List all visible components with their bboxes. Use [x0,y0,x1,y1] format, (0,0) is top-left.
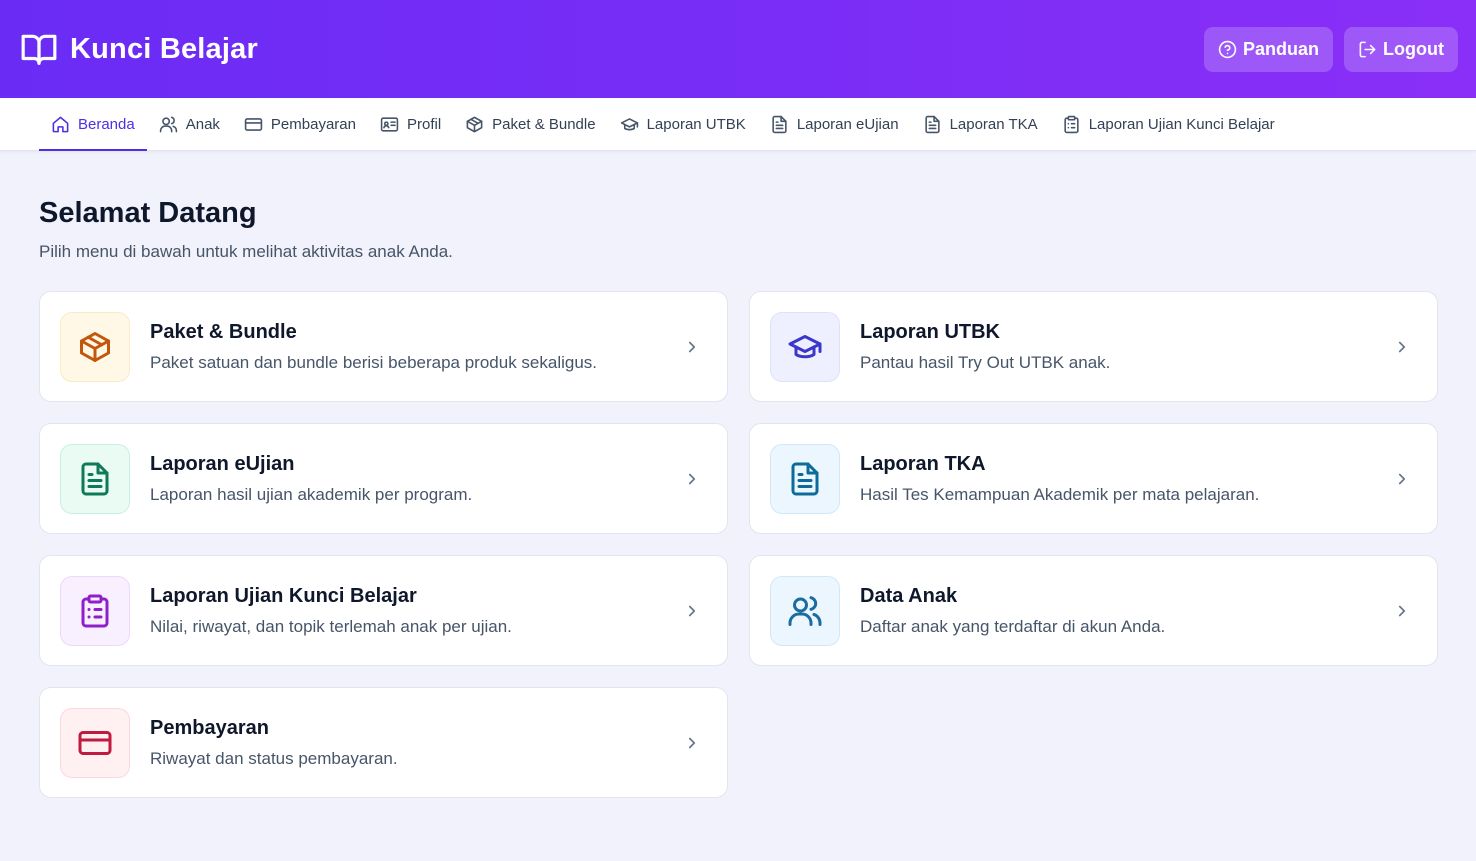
nav-label: Pembayaran [270,115,356,133]
package-icon [60,311,130,382]
app-header: Kunci Belajar Panduan Logout [0,0,1476,98]
graduation-cap-icon [770,311,840,382]
nav-label: Laporan Ujian Kunci Belajar [1088,115,1275,133]
nav-label: Anak [185,115,220,133]
menu-card-pembayaran[interactable]: Pembayaran Riwayat dan status pembayaran… [39,687,728,798]
brand[interactable]: Kunci Belajar [20,30,258,68]
card-description: Hasil Tes Kemampuan Akademik per mata pe… [860,484,1260,504]
file-text-icon [770,443,840,514]
menu-card-laporan-tka[interactable]: Laporan TKA Hasil Tes Kemampuan Akademik… [749,423,1438,534]
nav-label: Profil [406,115,442,133]
nav-item-profil[interactable]: Profil [368,98,453,150]
book-open-icon [20,30,58,68]
card-text: Paket & Bundle Paket satuan dan bundle b… [150,321,683,373]
help-circle-icon [1218,40,1237,59]
main-content: Selamat Datang Pilih menu di bawah untuk… [0,151,1476,798]
nav-item-laporan-eujian[interactable]: Laporan eUjian [758,98,911,150]
chevron-right-icon [1398,473,1406,484]
id-card-icon [380,115,399,134]
file-text-icon [923,115,942,134]
card-description: Daftar anak yang terdaftar di akun Anda. [860,616,1166,636]
nav-item-paket-bundle[interactable]: Paket & Bundle [453,98,607,150]
card-text: Laporan eUjian Laporan hasil ujian akade… [150,453,683,505]
nav-item-laporan-utbk[interactable]: Laporan UTBK [608,98,758,150]
card-description: Nilai, riwayat, dan topik terlemah anak … [150,616,512,636]
nav-label: Laporan TKA [949,115,1038,133]
logout-label: Logout [1383,38,1444,59]
nav-item-laporan-ujian-kunci-belajar[interactable]: Laporan Ujian Kunci Belajar [1050,98,1287,150]
page-subtitle: Pilih menu di bawah untuk melihat aktivi… [39,242,453,261]
card-text: Pembayaran Riwayat dan status pembayaran… [150,717,683,769]
panduan-button[interactable]: Panduan [1204,26,1334,72]
chevron-right-icon [1398,605,1406,616]
nav-item-laporan-tka[interactable]: Laporan TKA [911,98,1050,150]
chevron-right-icon [1398,341,1406,352]
page-title: Selamat Datang [39,197,257,229]
nav-label: Paket & Bundle [492,115,596,133]
nav-item-beranda[interactable]: Beranda [39,98,147,151]
clipboard-list-icon [60,575,130,646]
menu-card-laporan-ujian-kunci-belajar[interactable]: Laporan Ujian Kunci Belajar Nilai, riway… [39,555,728,666]
card-text: Laporan UTBK Pantau hasil Try Out UTBK a… [860,321,1393,373]
chevron-right-icon [688,473,696,484]
users-icon [770,575,840,646]
nav-item-anak[interactable]: Anak [147,98,232,150]
card-title: Laporan Ujian Kunci Belajar [150,584,417,607]
users-icon [159,115,178,134]
card-description: Paket satuan dan bundle berisi beberapa … [150,352,598,372]
card-description: Laporan hasil ujian akademik per program… [150,484,473,504]
credit-card-icon [60,707,130,778]
logout-button[interactable]: Logout [1344,26,1458,72]
menu-card-laporan-utbk[interactable]: Laporan UTBK Pantau hasil Try Out UTBK a… [749,291,1438,402]
nav-item-pembayaran[interactable]: Pembayaran [232,98,368,150]
chevron-right-icon [688,737,696,748]
logout-icon [1358,40,1377,59]
app-title: Kunci Belajar [70,32,258,65]
menu-card-laporan-eujian[interactable]: Laporan eUjian Laporan hasil ujian akade… [39,423,728,534]
clipboard-list-icon [1062,115,1081,134]
file-text-icon [60,443,130,514]
header-actions: Panduan Logout [1204,26,1458,72]
main-nav: Beranda Anak Pembayaran Profil Paket & B… [0,98,1476,151]
card-title: Laporan eUjian [150,452,295,475]
home-icon [51,115,70,134]
panduan-label: Panduan [1243,38,1320,59]
card-title: Laporan UTBK [860,320,1000,343]
card-description: Riwayat dan status pembayaran. [150,748,398,768]
menu-card-paket-bundle[interactable]: Paket & Bundle Paket satuan dan bundle b… [39,291,728,402]
nav-label: Laporan eUjian [796,115,899,133]
package-icon [465,115,484,134]
nav-label: Beranda [78,115,135,133]
chevron-right-icon [688,341,696,352]
card-text: Data Anak Daftar anak yang terdaftar di … [860,585,1393,637]
menu-card-data-anak[interactable]: Data Anak Daftar anak yang terdaftar di … [749,555,1438,666]
nav-label: Laporan UTBK [646,115,746,133]
card-title: Data Anak [860,584,958,607]
card-title: Laporan TKA [860,452,986,475]
card-title: Paket & Bundle [150,320,297,343]
card-description: Pantau hasil Try Out UTBK anak. [860,352,1111,372]
file-text-icon [770,115,789,134]
card-text: Laporan TKA Hasil Tes Kemampuan Akademik… [860,453,1393,505]
credit-card-icon [244,115,263,134]
card-text: Laporan Ujian Kunci Belajar Nilai, riway… [150,585,683,637]
chevron-right-icon [688,605,696,616]
menu-grid: Paket & Bundle Paket satuan dan bundle b… [39,291,1438,798]
card-title: Pembayaran [150,716,269,739]
graduation-cap-icon [620,115,639,134]
